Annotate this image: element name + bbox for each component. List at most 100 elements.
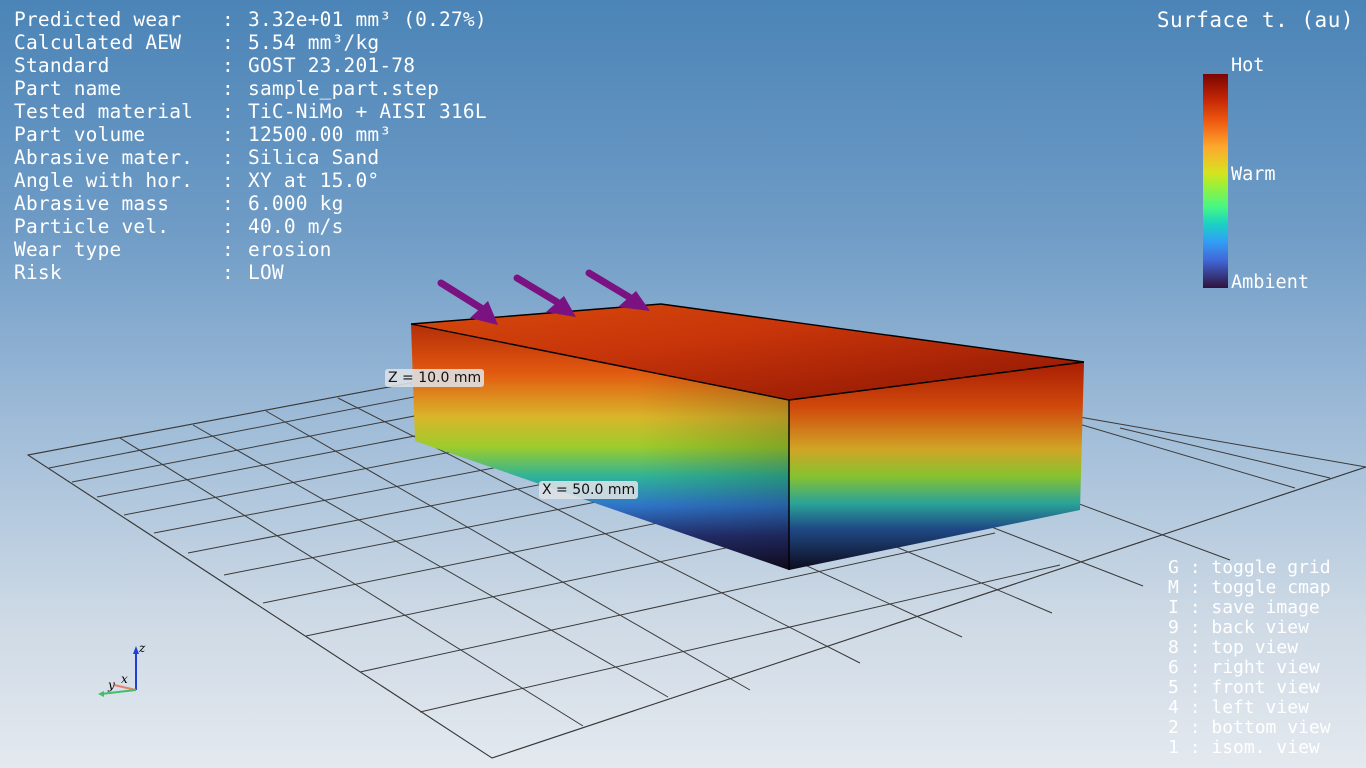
- shortcut-separator: :: [1189, 617, 1201, 638]
- shortcut-isometric-view: 1 : isom. view: [1168, 738, 1331, 758]
- shortcut-top-view: 8 : top view: [1168, 638, 1331, 658]
- info-separator: :: [222, 123, 234, 146]
- info-label: Calculated AEW: [14, 31, 182, 54]
- colorbar: [1203, 74, 1228, 288]
- shortcut-bottom-view: 2 : bottom view: [1168, 718, 1331, 738]
- dimension-label-z: Z = 10.0 mm: [385, 369, 485, 387]
- info-label: Wear type: [14, 238, 122, 261]
- info-value: XY at 15.0°: [248, 169, 380, 192]
- dimension-label-x: X = 50.0 mm: [539, 481, 639, 499]
- colorbar-label-ambient: Ambient: [1231, 272, 1309, 293]
- shortcut-key: 8: [1168, 637, 1179, 658]
- shortcut-separator: :: [1189, 657, 1201, 678]
- shortcut-separator: :: [1189, 697, 1201, 718]
- info-row-wear-type: Wear type: erosion: [14, 238, 487, 261]
- info-separator: :: [222, 215, 234, 238]
- axis-label-z: z: [138, 641, 146, 655]
- keyboard-shortcuts-panel: G : toggle grid M : toggle cmap I : save…: [1168, 558, 1331, 758]
- shortcut-key: I: [1168, 597, 1179, 618]
- info-value: LOW: [248, 261, 284, 284]
- info-row-part-volume: Part volume:12500.00 mm³: [14, 123, 487, 146]
- info-value: GOST 23.201-78: [248, 54, 416, 77]
- shortcut-key: 4: [1168, 697, 1179, 718]
- info-row-risk: Risk: LOW: [14, 261, 487, 284]
- shortcut-separator: :: [1189, 597, 1201, 618]
- shortcut-action: left view: [1211, 697, 1309, 718]
- info-label: Standard: [14, 54, 110, 77]
- info-label: Part volume: [14, 123, 146, 146]
- y-axis-arrow-icon: [98, 691, 104, 697]
- info-separator: :: [222, 77, 234, 100]
- shortcut-action: front view: [1211, 677, 1320, 698]
- info-value: erosion: [248, 238, 332, 261]
- flow-arrow-icon: [513, 274, 576, 317]
- shortcut-separator: :: [1189, 637, 1201, 658]
- info-separator: :: [222, 31, 234, 54]
- info-label: Part name: [14, 77, 122, 100]
- shortcut-action: isom. view: [1211, 737, 1320, 758]
- info-row-particle-velocity: Particle vel.:40.0 m/s: [14, 215, 487, 238]
- flow-arrow-icon: [585, 269, 650, 311]
- shortcut-right-view: 6 : right view: [1168, 658, 1331, 678]
- shortcut-action: back view: [1211, 617, 1309, 638]
- shortcut-separator: :: [1189, 737, 1201, 758]
- shortcut-separator: :: [1189, 557, 1201, 578]
- colorbar-label-warm: Warm: [1231, 164, 1276, 185]
- info-separator: :: [222, 169, 234, 192]
- shortcut-key: M: [1168, 577, 1179, 598]
- shortcut-key: 5: [1168, 677, 1179, 698]
- info-label: Particle vel.: [14, 215, 170, 238]
- colorbar-label-hot: Hot: [1231, 55, 1265, 76]
- info-row-abrasive-material: Abrasive mater.: Silica Sand: [14, 146, 487, 169]
- shortcut-toggle-cmap: M : toggle cmap: [1168, 578, 1331, 598]
- info-separator: :: [222, 100, 234, 123]
- info-row-angle: Angle with hor.: XY at 15.0°: [14, 169, 487, 192]
- info-separator: :: [222, 238, 234, 261]
- shortcut-action: top view: [1211, 637, 1299, 658]
- shortcut-key: 2: [1168, 717, 1179, 738]
- shortcut-action: bottom view: [1211, 717, 1331, 738]
- info-row-part-name: Part name: sample_part.step: [14, 77, 487, 100]
- shortcut-toggle-grid: G : toggle grid: [1168, 558, 1331, 578]
- info-value: 5.54 mm³/kg: [248, 31, 380, 54]
- part-block[interactable]: [410, 303, 1085, 570]
- orientation-axes: z x y: [98, 641, 146, 697]
- shortcut-separator: :: [1189, 677, 1201, 698]
- shortcut-key: G: [1168, 557, 1179, 578]
- info-row-abrasive-mass: Abrasive mass:6.000 kg: [14, 192, 487, 215]
- info-value: 12500.00 mm³: [248, 123, 392, 146]
- shortcut-key: 1: [1168, 737, 1179, 758]
- y-axis-line: [100, 689, 137, 695]
- info-row-predicted-wear: Predicted wear:3.32e+01 mm³ (0.27%): [14, 8, 487, 31]
- info-separator: :: [222, 192, 234, 215]
- info-label: Predicted wear: [14, 8, 182, 31]
- shortcut-action: toggle grid: [1211, 557, 1331, 578]
- info-label: Risk: [14, 261, 62, 284]
- shortcut-action: right view: [1211, 657, 1320, 678]
- info-label: Abrasive mater.: [14, 146, 194, 169]
- shortcut-save-image: I : save image: [1168, 598, 1331, 618]
- info-label: Angle with hor.: [14, 169, 194, 192]
- info-separator: :: [222, 146, 234, 169]
- shortcut-separator: :: [1189, 577, 1201, 598]
- axis-label-x: x: [121, 672, 128, 686]
- info-value: 3.32e+01 mm³ (0.27%): [248, 8, 487, 31]
- info-value: Silica Sand: [248, 146, 380, 169]
- info-separator: :: [222, 8, 234, 31]
- shortcut-left-view: 4 : left view: [1168, 698, 1331, 718]
- info-value: sample_part.step: [248, 77, 440, 100]
- shortcut-back-view: 9 : back view: [1168, 618, 1331, 638]
- info-row-tested-material: Tested material: TiC-NiMo + AISI 316L: [14, 100, 487, 123]
- info-label: Tested material: [14, 100, 194, 123]
- shortcut-key: 9: [1168, 617, 1179, 638]
- info-panel: Predicted wear:3.32e+01 mm³ (0.27%) Calc…: [14, 8, 487, 284]
- info-value: TiC-NiMo + AISI 316L: [248, 100, 487, 123]
- info-value: 6.000 kg: [248, 192, 344, 215]
- shortcut-front-view: 5 : front view: [1168, 678, 1331, 698]
- scalar-bar-title: Surface t. (au): [1156, 8, 1354, 32]
- info-row-calculated-aew: Calculated AEW:5.54 mm³/kg: [14, 31, 487, 54]
- shortcut-action: toggle cmap: [1211, 577, 1331, 598]
- shortcut-key: 6: [1168, 657, 1179, 678]
- axis-label-y: y: [107, 678, 115, 692]
- info-label: Abrasive mass: [14, 192, 170, 215]
